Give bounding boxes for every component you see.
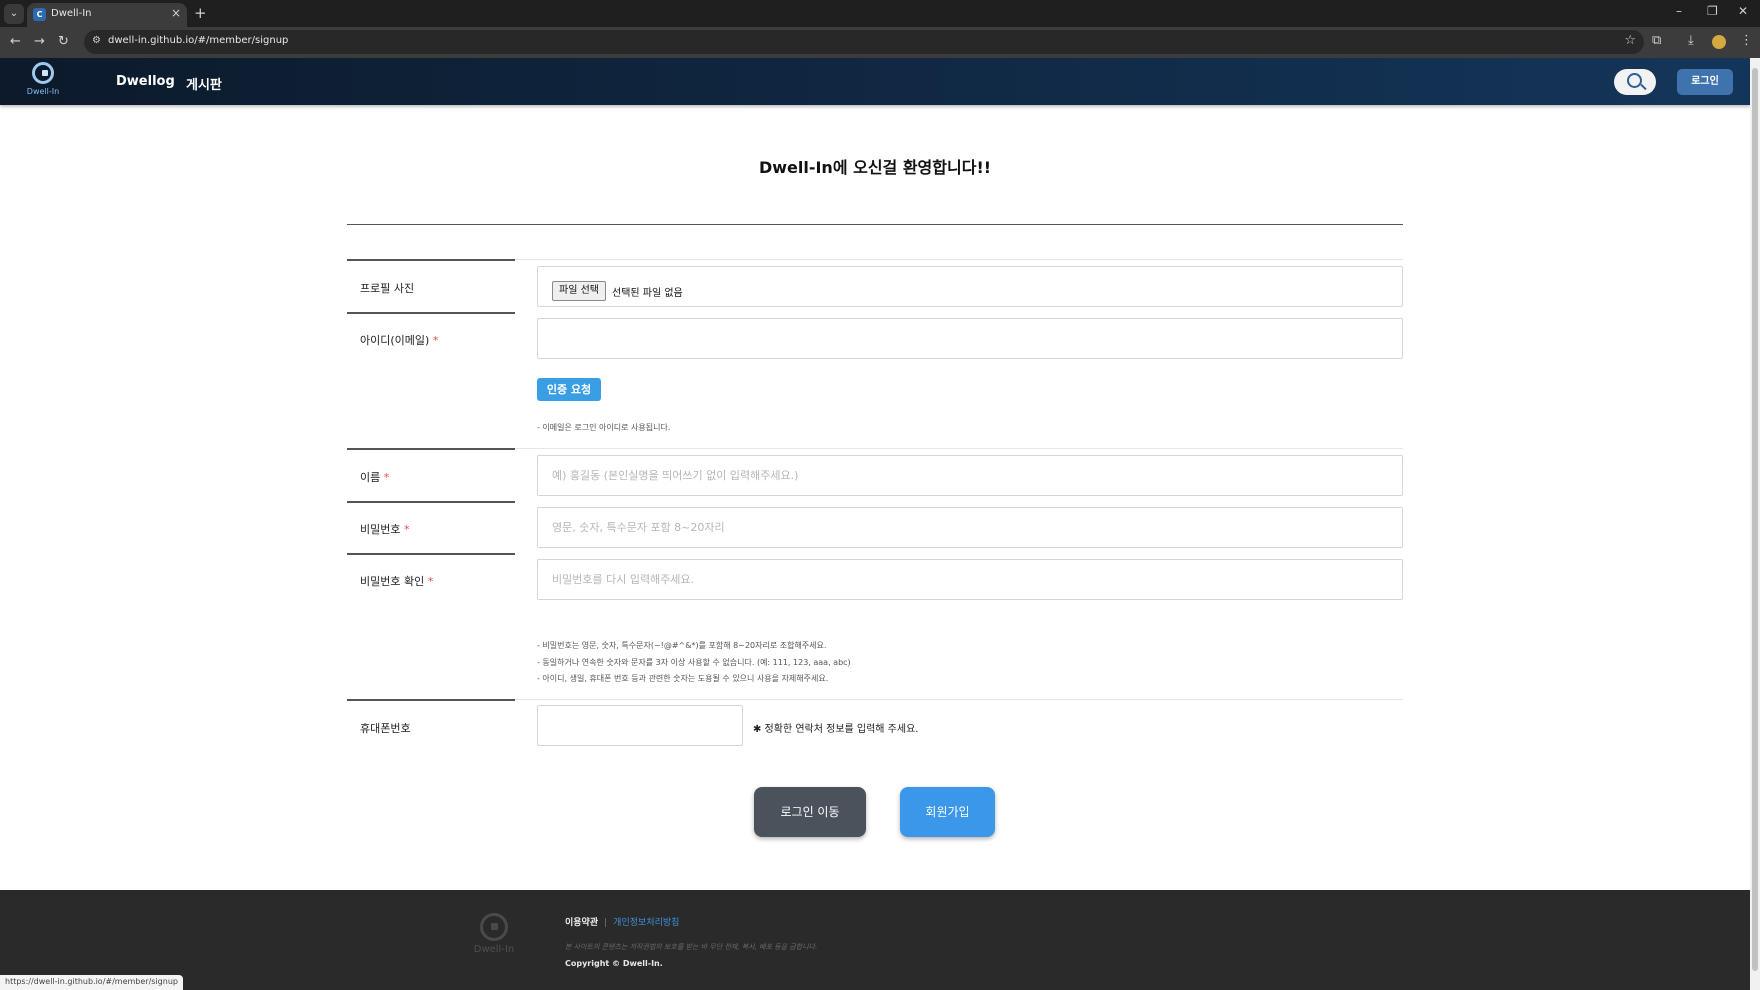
scrollbar-thumb[interactable] [1752,68,1758,971]
url-bar[interactable]: ⚙ dwell-in.github.io/#/member/signup ☆ [84,30,1644,54]
signup-button[interactable]: 회원가입 [900,787,995,837]
reload-icon[interactable]: ↻ [58,34,69,49]
window-close-icon[interactable]: ✕ [1738,4,1748,18]
password-label: 비밀번호 * [360,523,410,536]
new-tab-icon[interactable]: + [194,4,207,22]
close-tab-icon[interactable]: × [171,6,181,20]
footer-logo-text: Dwell-In [473,944,515,955]
site-header: Dwell-In Dwellog 게시판 로그인 [0,58,1750,105]
header-login-button[interactable]: 로그인 [1677,69,1733,95]
footer-logo-icon [480,913,508,941]
logo-text: Dwell-In [26,87,60,96]
browser-tab[interactable]: C Dwell-In × [27,3,187,27]
password-field[interactable] [537,507,1403,548]
profile-file-input[interactable]: 파일 선택 선택된 파일 없음 [537,266,1403,307]
site-logo[interactable]: Dwell-In [26,62,60,102]
back-icon[interactable]: ← [10,34,21,49]
footer-links: 이용약관 | 개인정보처리방침 [565,915,679,928]
status-bar-url: https://dwell-in.github.io/#/member/sign… [0,975,183,990]
url-text[interactable]: dwell-in.github.io/#/member/signup [108,35,288,46]
browser-tab-bar: ⌄ C Dwell-In × + – ❐ ✕ [0,0,1760,27]
tab-search-icon[interactable]: ⌄ [4,4,24,24]
terms-link[interactable]: 이용약관 [565,918,598,928]
bookmark-star-icon[interactable]: ☆ [1624,33,1636,48]
site-info-icon[interactable]: ⚙ [92,35,101,46]
menu-icon[interactable]: ⋮ [1740,33,1753,48]
privacy-link[interactable]: 개인정보처리방침 [613,918,679,928]
name-field[interactable] [537,455,1403,496]
email-label: 아이디(이메일) * [360,334,439,347]
site-footer: Dwell-In 이용약관 | 개인정보처리방침 본 사이트의 콘텐츠는 저작권법의… [0,890,1750,990]
extensions-icon[interactable]: ⧉ [1652,33,1661,48]
copyright: Copyright © Dwell-In. [565,959,663,968]
login-move-button[interactable]: 로그인 이동 [754,787,866,837]
email-help-text: - 이메일은 로그인 아이디로 사용됩니다. [537,423,671,432]
tab-title: Dwell-In [51,8,92,19]
minimize-icon[interactable]: – [1676,4,1682,18]
password-help-2: - 동일하거나 연속한 숫자와 문자를 3자 이상 사용할 수 없습니다. (예… [537,658,851,667]
address-toolbar: ← → ↻ ⚙ dwell-in.github.io/#/member/sign… [0,27,1760,58]
phone-label: 휴대폰번호 [360,722,411,735]
required-mark: * [432,334,439,347]
email-field[interactable] [537,318,1403,359]
footer-separator: | [604,918,608,928]
search-icon [1627,73,1642,88]
profile-label: 프로필 사진 [360,282,415,295]
profile-avatar[interactable] [1712,35,1726,49]
title-divider [347,224,1403,225]
phone-field[interactable] [537,705,743,746]
nav-dwellog[interactable]: Dwellog [116,74,175,89]
file-select-button[interactable]: 파일 선택 [552,281,606,301]
search-button[interactable] [1614,69,1656,95]
download-icon[interactable]: ⤓ [1688,33,1694,48]
name-label: 이름 * [360,471,390,484]
logo-icon [32,62,54,84]
nav-board[interactable]: 게시판 [186,74,222,93]
password-confirm-field[interactable] [537,559,1403,600]
phone-note: ✱ 정확한 연락처 정보를 입력해 주세요. [753,724,919,735]
copyright-notice: 본 사이트의 콘텐츠는 저작권법의 보호를 받는 바 무단 전재, 복사, 배포… [565,943,818,951]
forward-icon[interactable]: → [34,34,45,49]
auth-request-button[interactable]: 인증 요청 [537,378,601,401]
favicon-icon: C [33,8,46,21]
footer-logo: Dwell-In [468,913,520,955]
file-status: 선택된 파일 없음 [612,288,683,299]
password-confirm-label: 비밀번호 확인 * [360,575,434,588]
restore-icon[interactable]: ❐ [1707,4,1718,18]
page-title: Dwell-In에 오신걸 환영합니다!! [758,158,992,177]
password-help-1: - 비밀번호는 영문, 숫자, 특수문자(~!@#^&*)를 포함해 8~20자… [537,641,827,650]
password-help-3: - 아이디, 생일, 휴대폰 번호 등과 관련한 숫자는 도용될 수 있으니 사… [537,674,829,683]
